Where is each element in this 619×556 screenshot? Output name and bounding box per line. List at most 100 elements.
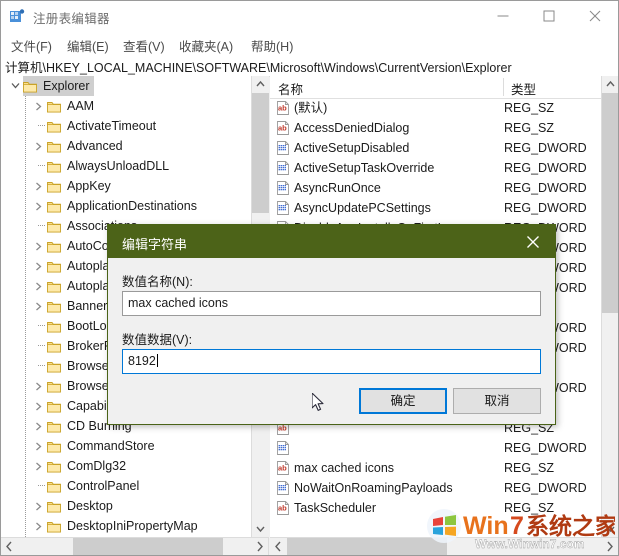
- tree-guide-line: [25, 256, 26, 276]
- chevron-right-icon[interactable]: [31, 456, 47, 476]
- list-horizontal-scrollbar[interactable]: [270, 537, 618, 555]
- value-row-1[interactable]: ab AccessDeniedDialog REG_SZ: [270, 118, 601, 138]
- tree-item-content[interactable]: ActivateTimeout: [47, 116, 160, 136]
- list-vertical-scrollbar[interactable]: [601, 76, 618, 537]
- list-scroll-down-button[interactable]: [602, 520, 618, 537]
- column-header-name[interactable]: 名称: [278, 79, 303, 98]
- menu-item-1[interactable]: 编辑(E): [63, 35, 113, 56]
- tree-item-content[interactable]: ComDlg32: [47, 456, 130, 476]
- chevron-right-icon[interactable]: [31, 436, 47, 456]
- chevron-right-icon[interactable]: [31, 196, 47, 216]
- value-row-17[interactable]: REG_DWORD: [270, 438, 601, 458]
- tree-guide-line: [25, 436, 26, 456]
- tree-scroll-down-button[interactable]: [252, 520, 269, 537]
- tree-item-content[interactable]: CommandStore: [47, 436, 159, 456]
- chevron-right-icon[interactable]: [31, 176, 47, 196]
- chevron-right-icon[interactable]: [31, 516, 47, 536]
- tree-item-5[interactable]: AppKey: [1, 176, 251, 196]
- menu-item-4[interactable]: 帮助(H): [247, 35, 297, 56]
- chevron-right-icon[interactable]: [31, 96, 47, 116]
- ok-button[interactable]: 确定: [359, 388, 447, 414]
- chevron-right-icon[interactable]: [31, 256, 47, 276]
- tree-item-19[interactable]: ComDlg32: [1, 456, 251, 476]
- tree-guide-line: [25, 396, 26, 416]
- list-scroll-left-button[interactable]: [270, 538, 287, 555]
- tree-scroll-left-button[interactable]: [1, 538, 18, 555]
- list-hscroll-thumb[interactable]: [287, 538, 447, 555]
- dword-value-icon: [276, 201, 290, 215]
- tree-leaf-marker: [31, 216, 47, 236]
- tree-item-content[interactable]: Desktop: [47, 496, 117, 516]
- chevron-right-icon[interactable]: [31, 236, 47, 256]
- tree-item-4[interactable]: AlwaysUnloadDLL: [1, 156, 251, 176]
- tree-item-20[interactable]: ControlPanel: [1, 476, 251, 496]
- address-bar[interactable]: 计算机\HKEY_LOCAL_MACHINE\SOFTWARE\Microsof…: [1, 54, 618, 77]
- menu-item-0[interactable]: 文件(F): [7, 35, 56, 56]
- minimize-button[interactable]: [480, 1, 526, 30]
- chevron-right-icon[interactable]: [31, 276, 47, 296]
- chevron-right-icon[interactable]: [31, 296, 47, 316]
- chevron-right-icon[interactable]: [31, 416, 47, 436]
- chevron-right-icon[interactable]: [31, 496, 47, 516]
- tree-item-label: AlwaysUnloadDLL: [67, 159, 170, 173]
- menu-item-2[interactable]: 查看(V): [119, 35, 169, 56]
- value-row-2[interactable]: ActiveSetupDisabled REG_DWORD: [270, 138, 601, 158]
- value-row-19[interactable]: NoWaitOnRoamingPayloads REG_DWORD: [270, 478, 601, 498]
- tree-horizontal-scrollbar[interactable]: [1, 537, 268, 555]
- tree-item-content[interactable]: AAM: [47, 96, 98, 116]
- value-row-5[interactable]: AsyncUpdatePCSettings REG_DWORD: [270, 198, 601, 218]
- value-row-20[interactable]: ab TaskScheduler REG_SZ: [270, 498, 601, 518]
- tree-vscroll-thumb[interactable]: [252, 93, 269, 213]
- tree-item-1[interactable]: AAM: [1, 96, 251, 116]
- tree-item-21[interactable]: Desktop: [1, 496, 251, 516]
- tree-item-label: Advanced: [67, 139, 123, 153]
- list-scroll-right-button[interactable]: [601, 538, 618, 555]
- list-scroll-up-button[interactable]: [602, 76, 618, 93]
- tree-item-content[interactable]: AppKey: [47, 176, 115, 196]
- tree-item-content[interactable]: DesktopIniPropertyMap: [47, 516, 202, 536]
- value-type: REG_DWORD: [504, 481, 587, 495]
- menu-item-3[interactable]: 收藏夹(A): [175, 35, 237, 56]
- list-vscroll-thumb[interactable]: [602, 93, 618, 313]
- tree-item-22[interactable]: DesktopIniPropertyMap: [1, 516, 251, 536]
- column-header-type[interactable]: 类型: [511, 79, 536, 98]
- tree-item-6[interactable]: ApplicationDestinations: [1, 196, 251, 216]
- tree-leaf-marker: [31, 336, 47, 356]
- chevron-down-icon[interactable]: [7, 76, 23, 96]
- tree-item-content[interactable]: AlwaysUnloadDLL: [47, 156, 173, 176]
- tree-guide-line: [25, 136, 26, 156]
- tree-guide-line: [25, 116, 26, 136]
- tree-item-0[interactable]: Explorer: [1, 76, 251, 96]
- value-data-input[interactable]: 8192: [122, 349, 541, 374]
- dialog-close-button[interactable]: [510, 225, 555, 258]
- svg-text:ab: ab: [278, 504, 287, 513]
- tree-hscroll-thumb[interactable]: [73, 538, 223, 555]
- maximize-button[interactable]: [526, 1, 572, 30]
- value-row-18[interactable]: ab max cached icons REG_SZ: [270, 458, 601, 478]
- tree-scroll-right-button[interactable]: [251, 538, 268, 555]
- column-divider[interactable]: [503, 78, 504, 96]
- tree-item-18[interactable]: CommandStore: [1, 436, 251, 456]
- tree-item-content[interactable]: Explorer: [23, 76, 94, 96]
- value-row-0[interactable]: ab (默认) REG_SZ: [270, 98, 601, 118]
- tree-item-3[interactable]: Advanced: [1, 136, 251, 156]
- chevron-right-icon[interactable]: [31, 396, 47, 416]
- tree-guide-line: [25, 376, 26, 396]
- list-header: 名称 类型: [270, 76, 618, 99]
- tree-guide-line: [25, 236, 26, 256]
- tree-item-label: Explorer: [43, 79, 90, 93]
- close-button[interactable]: [572, 1, 618, 30]
- value-type: REG_SZ: [504, 501, 555, 515]
- tree-item-content[interactable]: ControlPanel: [47, 476, 143, 496]
- tree-item-content[interactable]: Advanced: [47, 136, 127, 156]
- value-row-4[interactable]: AsyncRunOnce REG_DWORD: [270, 178, 601, 198]
- cancel-button[interactable]: 取消: [453, 388, 541, 414]
- tree-scroll-up-button[interactable]: [252, 76, 269, 93]
- dword-value-icon: [276, 481, 290, 495]
- tree-item-content[interactable]: ApplicationDestinations: [47, 196, 201, 216]
- value-name-input[interactable]: max cached icons: [122, 291, 541, 316]
- value-row-3[interactable]: ActiveSetupTaskOverride REG_DWORD: [270, 158, 601, 178]
- tree-item-2[interactable]: ActivateTimeout: [1, 116, 251, 136]
- chevron-right-icon[interactable]: [31, 376, 47, 396]
- chevron-right-icon[interactable]: [31, 136, 47, 156]
